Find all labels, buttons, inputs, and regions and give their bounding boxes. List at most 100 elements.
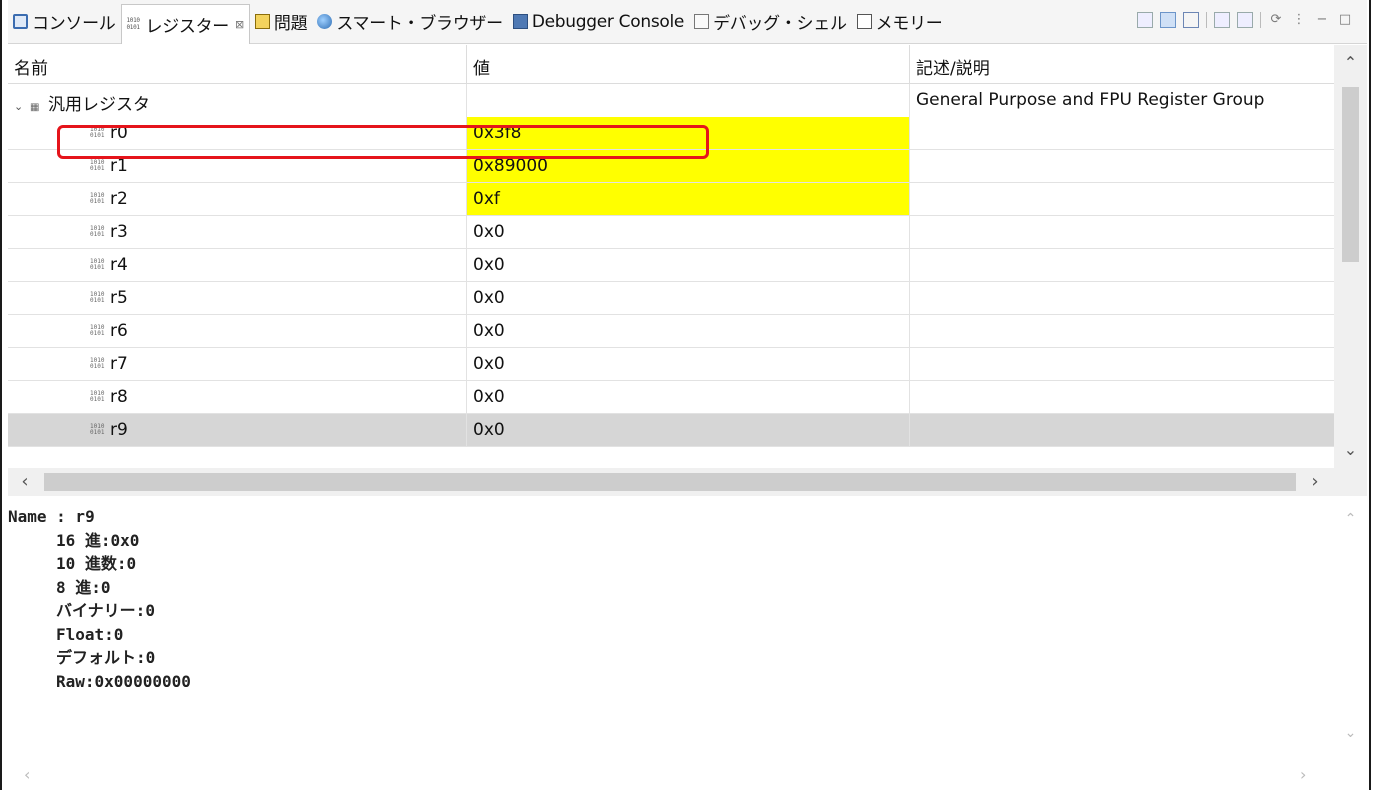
register-value[interactable]: 0x3f8 [467, 117, 910, 149]
detail-decimal-line: 10 進数:0 [56, 554, 137, 573]
register-value[interactable]: 0x0 [467, 249, 910, 281]
scroll-down-icon[interactable]: ⌄ [1334, 432, 1367, 468]
register-value[interactable]: 0x0 [467, 414, 910, 446]
register-value[interactable]: 0x89000 [467, 150, 910, 182]
register-description [910, 315, 1334, 347]
scroll-up-icon[interactable]: ⌃ [1334, 511, 1367, 527]
register-description [910, 381, 1334, 413]
register-description [910, 150, 1334, 182]
tab-console-label: コンソール [32, 14, 116, 34]
tab-debug-shell[interactable]: デバッグ・シェル [689, 0, 852, 44]
register-name-cell: 1010 0101 r9 [8, 414, 467, 446]
register-icon: 1010 0101 [90, 192, 105, 205]
browser-icon [317, 14, 333, 29]
register-description [910, 183, 1334, 215]
chevron-down-icon[interactable]: ⌄ [14, 100, 30, 113]
detail-horizontal-scrollbar[interactable]: ‹ › [8, 762, 1334, 788]
scroll-down-icon[interactable]: ⌄ [1334, 725, 1367, 741]
register-group-row[interactable]: ⌄ ▦ 汎用レジスタ General Purpose and FPU Registe… [8, 84, 1334, 117]
scroll-up-icon[interactable]: ⌃ [1334, 45, 1367, 81]
register-name-cell: 1010 0101 r1 [8, 150, 467, 182]
register-group-icon: ▦ [30, 102, 40, 113]
scroll-right-icon[interactable]: › [1300, 468, 1330, 496]
detail-binary-line: バイナリー:0 [56, 601, 155, 620]
maximize-icon[interactable]: □ [1337, 12, 1353, 28]
toggle-realtime-icon[interactable] [1160, 12, 1176, 28]
detail-float-line: Float:0 [56, 624, 124, 644]
column-header-description[interactable]: 記述/説明 [910, 45, 1334, 83]
table-horizontal-scrollbar[interactable]: ‹ › [8, 468, 1334, 496]
register-icon: 1010 0101 [90, 423, 105, 436]
tab-problems[interactable]: 問題 [250, 0, 312, 44]
minimize-icon[interactable]: − [1314, 12, 1330, 28]
collapse-icon[interactable] [1183, 12, 1199, 28]
tab-smart-browser-label: スマート・ブラウザー [336, 14, 503, 34]
tab-registers-label: レジスター [145, 16, 230, 37]
group-description: General Purpose and FPU Register Group [916, 90, 1265, 110]
view-tab-bar: コンソール 1010 0101 レジスター ⊠ 問題 スマート・ブラウザー Deb… [8, 0, 1367, 44]
scroll-left-icon[interactable]: ‹ [24, 762, 30, 788]
shell-icon [694, 14, 710, 29]
register-row[interactable]: 1010 0101 r5 0x0 [8, 282, 1334, 315]
register-value[interactable]: 0x0 [467, 216, 910, 248]
register-name: r1 [110, 156, 128, 176]
debugger-console-icon [512, 14, 528, 29]
register-value[interactable]: 0x0 [467, 348, 910, 380]
view-toolbar: ⟳ ⋮ − □ [1137, 12, 1353, 28]
register-row[interactable]: 1010 0101 r8 0x0 [8, 381, 1334, 414]
register-icon: 1010 0101 [126, 16, 141, 31]
column-header-name[interactable]: 名前 [8, 45, 467, 83]
register-name: r9 [110, 420, 128, 440]
group-name: 汎用レジスタ [48, 95, 150, 115]
register-row[interactable]: 1010 0101 r3 0x0 [8, 216, 1334, 249]
register-icon: 1010 0101 [90, 126, 105, 139]
add-group-icon[interactable] [1137, 12, 1153, 28]
register-icon: 1010 0101 [90, 357, 105, 370]
register-value[interactable]: 0x0 [467, 381, 910, 413]
detail-vertical-scrollbar[interactable]: ⌃ ⌄ [1334, 497, 1367, 762]
register-icon: 1010 0101 [90, 291, 105, 304]
register-detail-pane: Name : r9 16 進:0x0 10 進数:0 8 進:0 バイナリー:0… [8, 497, 1334, 762]
register-description [910, 348, 1334, 380]
register-table: 名前 値 記述/説明 ⌄ ▦ 汎用レジスタ General Purpose and … [8, 45, 1334, 468]
tab-console[interactable]: コンソール [8, 0, 121, 44]
register-row[interactable]: 1010 0101 r1 0x89000 [8, 150, 1334, 183]
scrollbar-corner [1334, 468, 1367, 496]
table-vertical-scrollbar[interactable]: ⌃ ⌄ [1334, 45, 1367, 468]
view-menu-icon[interactable]: ⋮ [1291, 12, 1307, 28]
scroll-left-icon[interactable]: ‹ [10, 468, 40, 496]
register-name-cell: 1010 0101 r4 [8, 249, 467, 281]
close-icon[interactable]: ⊠ [235, 18, 244, 31]
register-value[interactable]: 0x0 [467, 282, 910, 314]
tab-smart-browser[interactable]: スマート・ブラウザー [312, 0, 508, 44]
register-row[interactable]: 1010 0101 r7 0x0 [8, 348, 1334, 381]
register-icon: 1010 0101 [90, 159, 105, 172]
register-row[interactable]: 1010 0101 r4 0x0 [8, 249, 1334, 282]
register-icon: 1010 0101 [90, 324, 105, 337]
tab-memory[interactable]: メモリー [852, 0, 948, 44]
register-value[interactable]: 0x0 [467, 315, 910, 347]
column-header-value[interactable]: 値 [467, 45, 910, 83]
register-name-cell: 1010 0101 r5 [8, 282, 467, 314]
refresh-icon[interactable]: ⟳ [1268, 12, 1284, 28]
export-icon[interactable] [1214, 12, 1230, 28]
register-row[interactable]: 1010 0101 r6 0x0 [8, 315, 1334, 348]
register-row[interactable]: 1010 0101 r9 0x0 [8, 414, 1334, 447]
tab-debugger-console[interactable]: Debugger Console [508, 0, 689, 44]
scrollbar-thumb[interactable] [1342, 87, 1359, 262]
register-icon: 1010 0101 [90, 258, 105, 271]
tab-debug-shell-label: デバッグ・シェル [713, 14, 847, 34]
register-row[interactable]: 1010 0101 r0 0x3f8 [8, 117, 1334, 150]
import-icon[interactable] [1237, 12, 1253, 28]
scrollbar-thumb[interactable] [44, 473, 1296, 491]
register-name-cell: 1010 0101 r6 [8, 315, 467, 347]
register-icon: 1010 0101 [90, 390, 105, 403]
register-row[interactable]: 1010 0101 r2 0xf [8, 183, 1334, 216]
register-name: r0 [110, 123, 128, 143]
detail-raw-line: Raw:0x00000000 [56, 671, 191, 691]
tab-registers[interactable]: 1010 0101 レジスター ⊠ [120, 3, 250, 44]
scroll-right-icon[interactable]: › [1300, 762, 1306, 788]
register-description [910, 282, 1334, 314]
register-value[interactable]: 0xf [467, 183, 910, 215]
register-description [910, 414, 1334, 446]
